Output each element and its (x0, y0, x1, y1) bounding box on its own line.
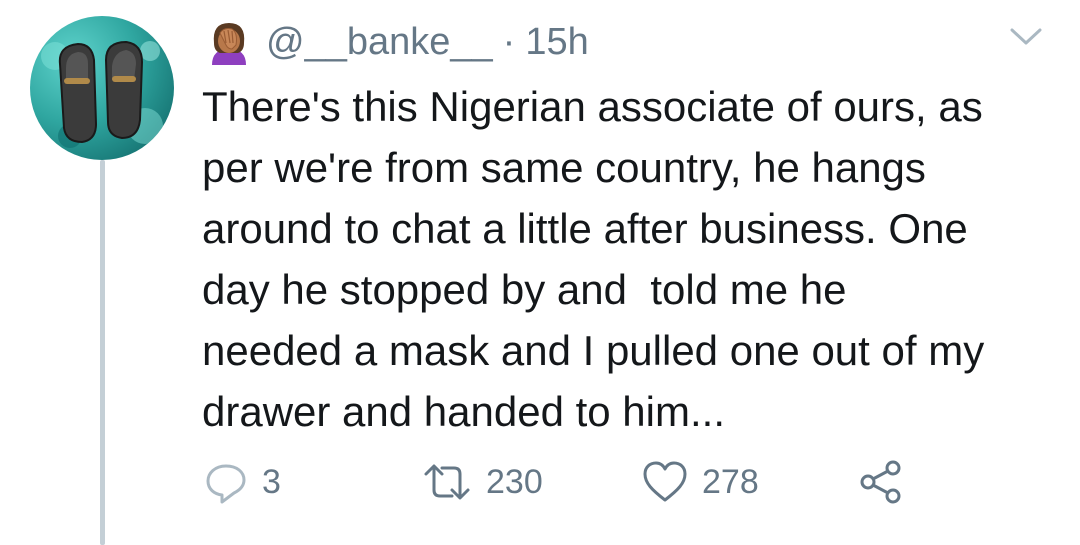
chevron-down-icon[interactable] (1008, 24, 1044, 48)
tweet-actions: 3 230 278 (204, 458, 924, 506)
share-button[interactable] (858, 458, 904, 506)
reply-button[interactable]: 3 (204, 458, 281, 506)
like-button[interactable]: 278 (642, 458, 759, 506)
retweet-count: 230 (486, 462, 543, 501)
tweet-header: @__banke__ · 15h (206, 14, 589, 70)
thread-line (100, 160, 105, 545)
tweet-time[interactable]: 15h (525, 21, 588, 64)
facepalm-emoji-icon (212, 23, 246, 65)
avatar[interactable] (30, 16, 174, 160)
separator-dot: · (502, 20, 516, 63)
reply-count: 3 (262, 462, 281, 501)
user-handle[interactable]: @__banke__ (266, 21, 493, 64)
heart-icon (643, 461, 687, 502)
avatar-shoes-image (41, 40, 163, 148)
reply-icon (206, 464, 246, 504)
tweet-text: There's this Nigerian associate of ours,… (202, 83, 985, 435)
like-count: 278 (702, 462, 759, 501)
share-icon (860, 460, 901, 504)
retweet-icon (424, 464, 470, 500)
retweet-button[interactable]: 230 (422, 458, 543, 506)
